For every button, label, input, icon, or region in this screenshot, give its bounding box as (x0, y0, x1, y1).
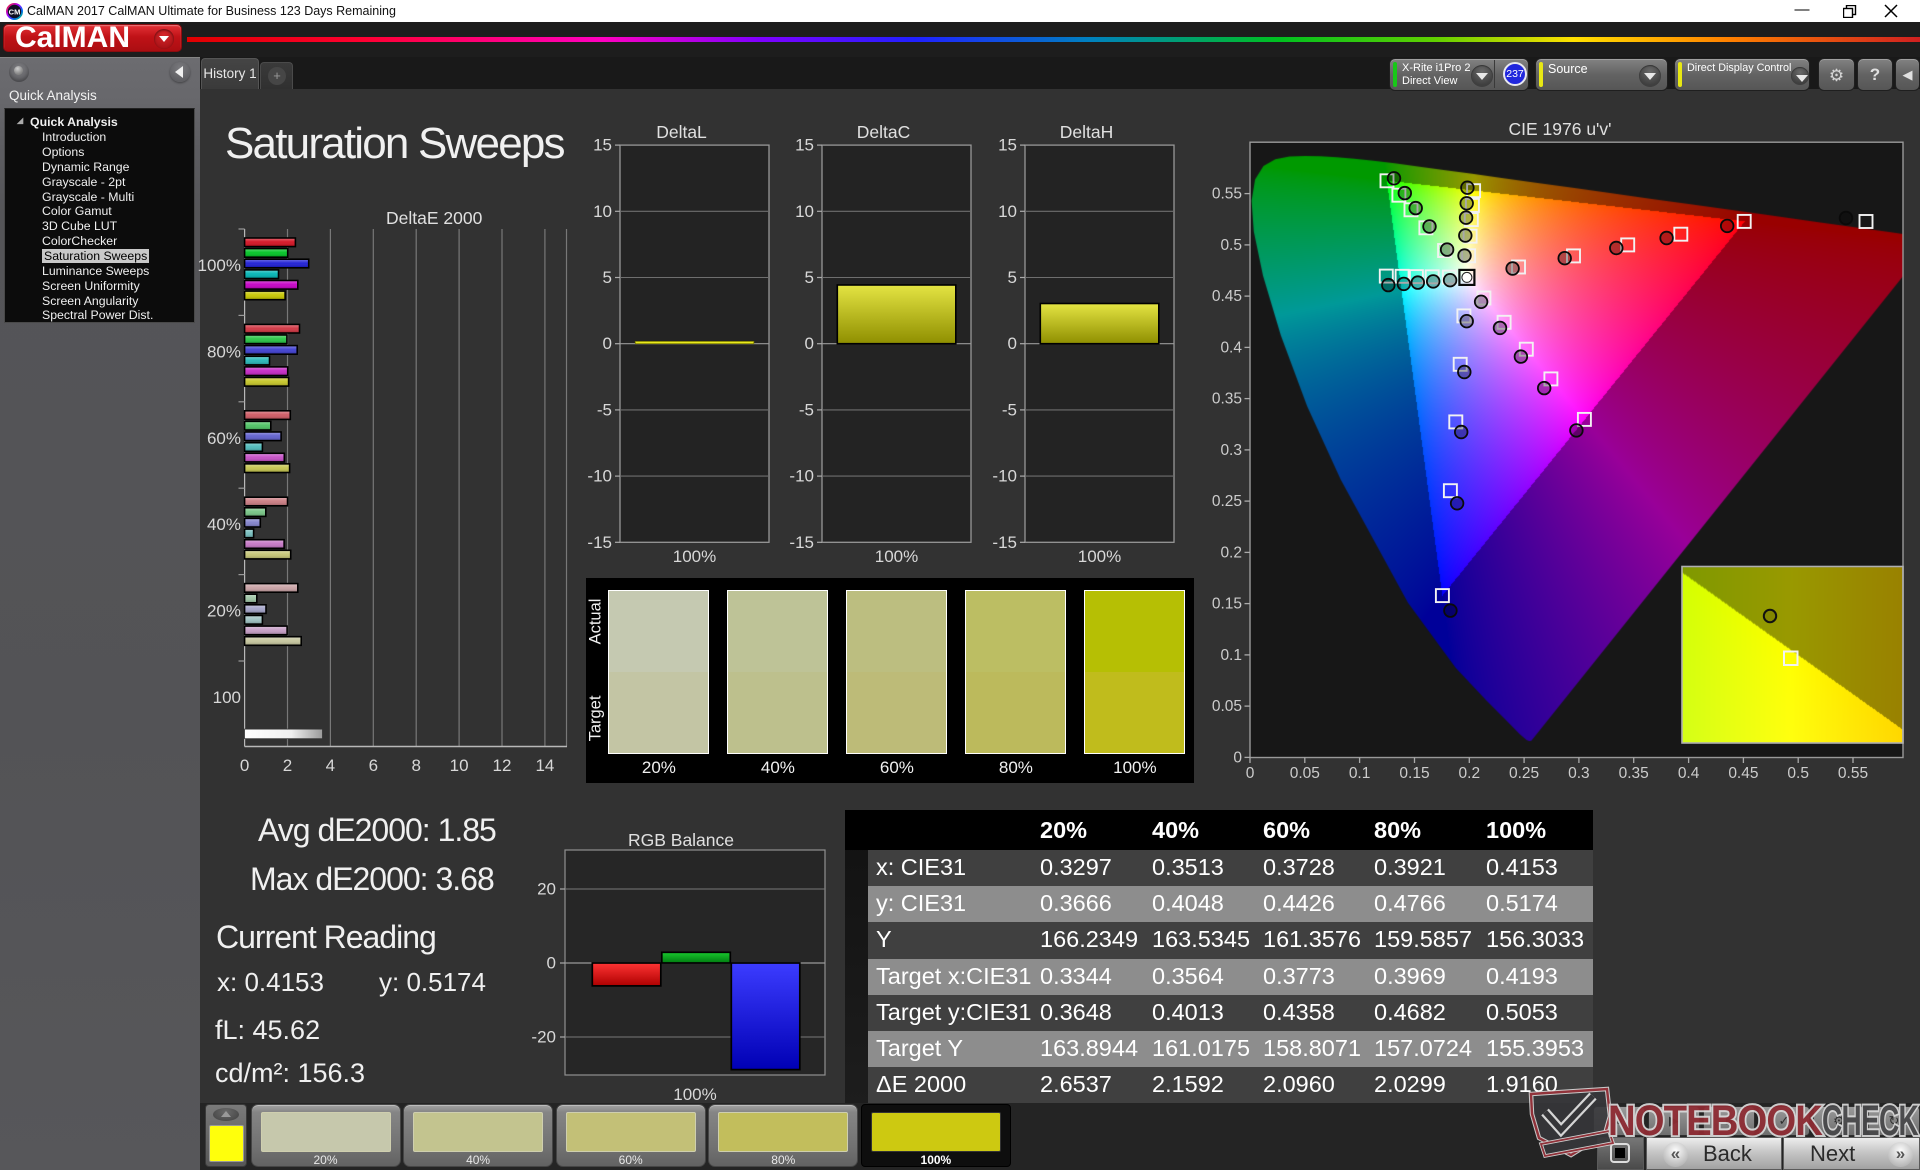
svg-text:NOTEBOOK: NOTEBOOK (1608, 1097, 1823, 1145)
svg-text:CHECK: CHECK (1822, 1097, 1919, 1145)
